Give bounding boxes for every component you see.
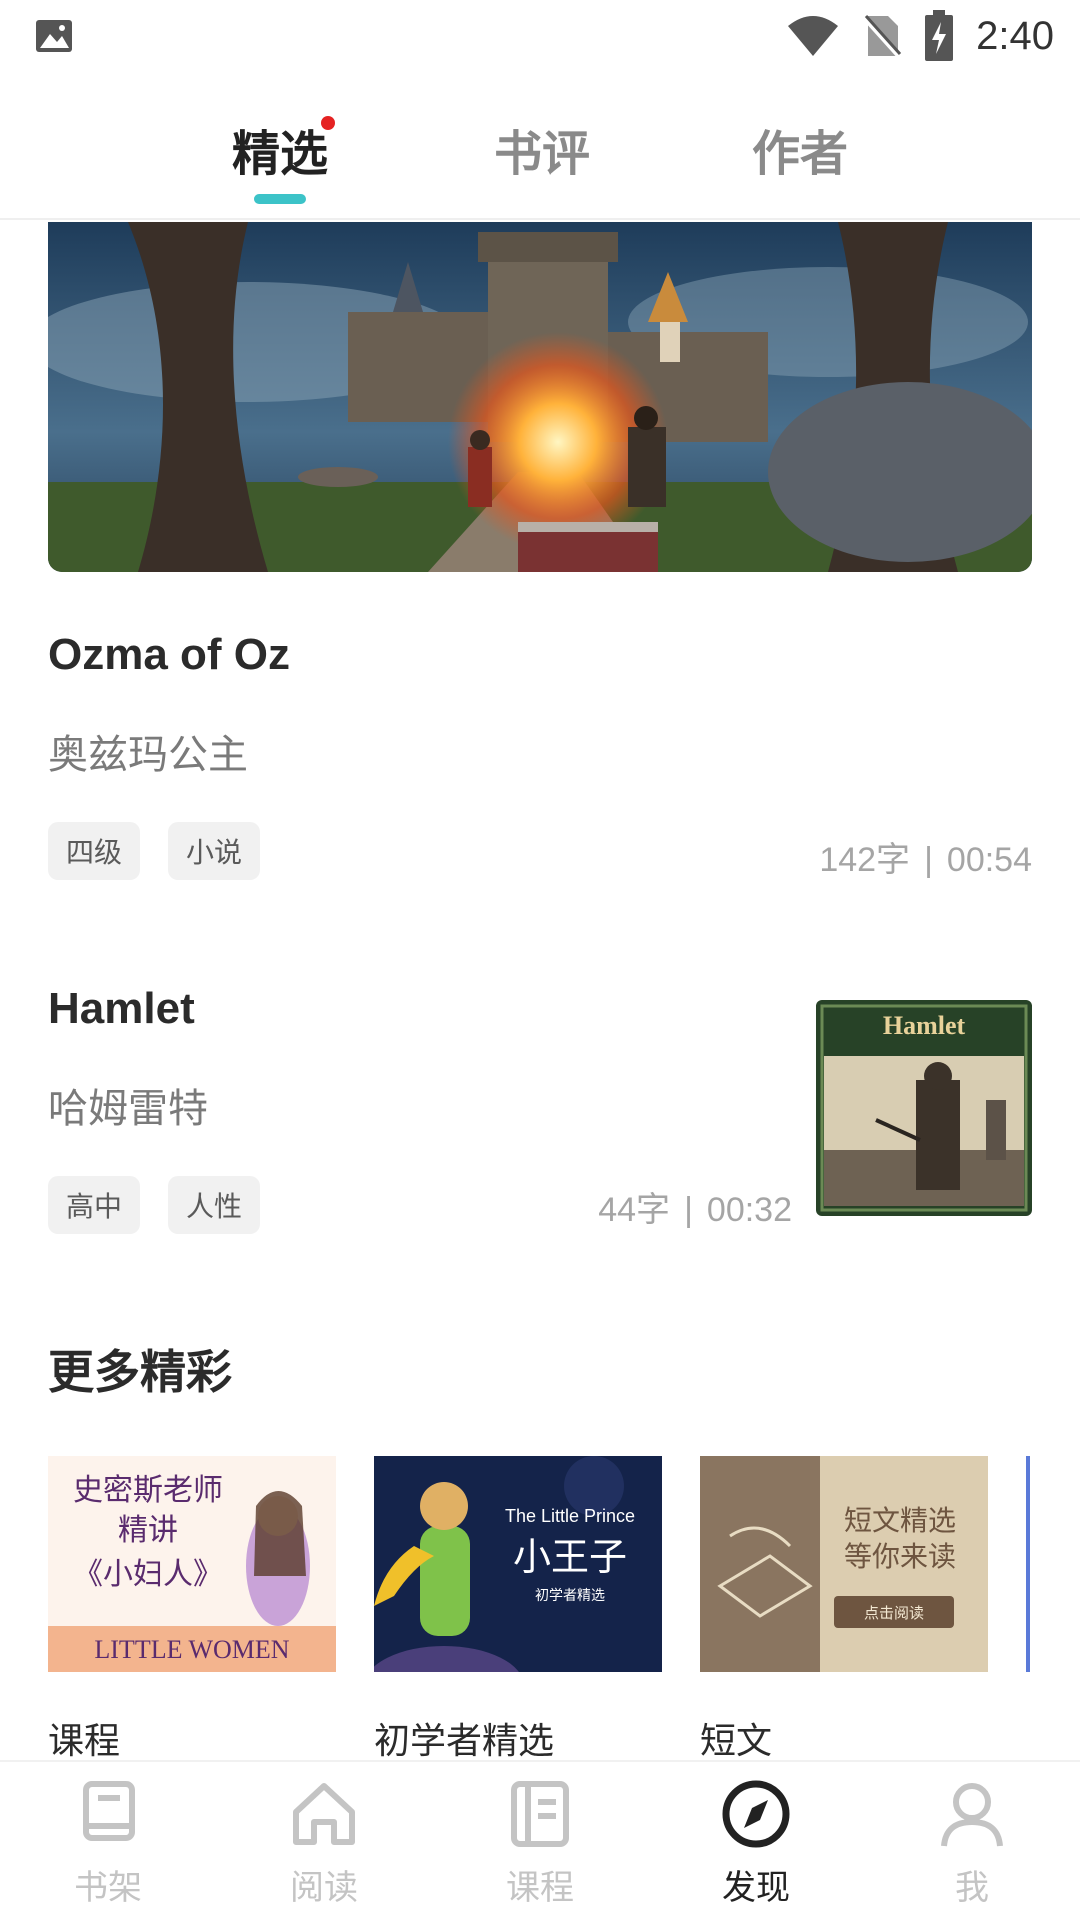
nav-course[interactable]: 课程 — [470, 1774, 610, 1909]
card-text-3: 初学者精选 — [535, 1587, 605, 1603]
word-count: 44字 — [598, 1191, 671, 1229]
article-subtitle: 哈姆雷特 — [48, 1086, 208, 1132]
article-meta: 142字 | 00:54 — [819, 841, 1032, 879]
little-women-cover: 史密斯老师 精讲 《小妇人》 LITTLE WOMEN — [48, 1456, 336, 1672]
user-icon — [941, 1783, 1003, 1847]
word-count: 142字 — [819, 841, 911, 879]
status-time: 2:40 — [976, 13, 1054, 58]
more-card-course[interactable]: 史密斯老师 精讲 《小妇人》 LITTLE WOMEN 课程 — [48, 1456, 336, 1764]
status-bar: 2:40 — [0, 0, 1080, 76]
section-title: 更多精彩 — [48, 1345, 232, 1399]
wifi-icon — [788, 16, 839, 56]
article-title[interactable]: Hamlet — [48, 984, 195, 1034]
card-label: 课程 — [48, 1721, 121, 1762]
article-tag-level: 四级 — [48, 822, 141, 880]
tab-featured[interactable]: 精选 — [232, 114, 328, 184]
card-image: The Little Prince 小王子 初学者精选 — [374, 1456, 662, 1672]
card-label: 短文 — [700, 1721, 773, 1762]
card-text-3: 点击阅读 — [864, 1605, 924, 1622]
no-sim-icon — [862, 14, 902, 60]
article-tag-level: 高中 — [48, 1176, 141, 1234]
card-text-1: The Little Prince — [505, 1506, 635, 1526]
article-meta: 44字 | 00:32 — [598, 1191, 792, 1229]
nav-discover[interactable]: 发现 — [686, 1774, 826, 1909]
next-card-edge — [1026, 1456, 1030, 1672]
tab-authors[interactable]: 作者 — [752, 114, 848, 184]
card-text-1: 史密斯老师 — [73, 1474, 223, 1507]
card-image: 史密斯老师 精讲 《小妇人》 LITTLE WOMEN — [48, 1456, 336, 1672]
nav-label: 书架 — [74, 1868, 142, 1908]
compass-icon — [722, 1780, 790, 1848]
card-text-1: 短文精选 — [844, 1505, 956, 1536]
nav-bookshelf[interactable]: 书架 — [38, 1774, 178, 1909]
nav-me[interactable]: 我 — [902, 1774, 1042, 1909]
card-text-2: 精讲 — [118, 1514, 178, 1547]
card-text-4: LITTLE WOMEN — [94, 1635, 289, 1664]
short-text-cover: 短文精选 等你来读 点击阅读 — [700, 1456, 988, 1672]
article-tag-genre: 小说 — [168, 822, 261, 880]
nav-label: 课程 — [506, 1868, 574, 1908]
nav-read[interactable]: 阅读 — [254, 1774, 394, 1909]
course-icon — [511, 1781, 569, 1847]
nav-label: 阅读 — [290, 1868, 358, 1908]
image-icon — [36, 20, 72, 52]
nav-label: 发现 — [722, 1868, 790, 1908]
more-card-short-text[interactable]: 短文精选 等你来读 点击阅读 短文 — [700, 1456, 988, 1764]
more-card-beginner[interactable]: The Little Prince 小王子 初学者精选 初学者精选 — [374, 1456, 662, 1764]
card-text-2: 小王子 — [513, 1537, 627, 1579]
bookshelf-icon — [83, 1781, 135, 1841]
nav-label: 我 — [955, 1868, 989, 1908]
home-icon — [293, 1783, 355, 1845]
notification-dot — [321, 116, 335, 130]
card-label: 初学者精选 — [374, 1721, 555, 1762]
hamlet-cover-illustration: Hamlet — [816, 1000, 1032, 1216]
featured-article-image[interactable] — [48, 222, 1032, 572]
audio-duration: 00:54 — [946, 841, 1032, 879]
card-text-3: 《小妇人》 — [73, 1558, 223, 1591]
article-thumbnail[interactable]: Hamlet — [816, 1000, 1032, 1216]
article-title[interactable]: Ozma of Oz — [48, 630, 290, 680]
little-prince-cover: The Little Prince 小王子 初学者精选 — [374, 1456, 662, 1672]
castle-scene-illustration — [48, 222, 1032, 572]
bottom-navigation: 书架 阅读 课程 发现 我 — [0, 1760, 1080, 1920]
top-tab-bar: 精选 书评 作者 — [0, 96, 1080, 220]
article-tag-genre: 人性 — [168, 1176, 261, 1234]
tab-reviews[interactable]: 书评 — [494, 114, 590, 184]
thumb-title: Hamlet — [883, 1011, 966, 1040]
card-image: 短文精选 等你来读 点击阅读 — [700, 1456, 988, 1672]
battery-icon — [925, 10, 954, 61]
active-tab-indicator — [254, 194, 306, 204]
article-subtitle: 奥兹玛公主 — [48, 732, 248, 778]
audio-duration: 00:32 — [706, 1191, 792, 1229]
card-text-2: 等你来读 — [844, 1541, 956, 1572]
